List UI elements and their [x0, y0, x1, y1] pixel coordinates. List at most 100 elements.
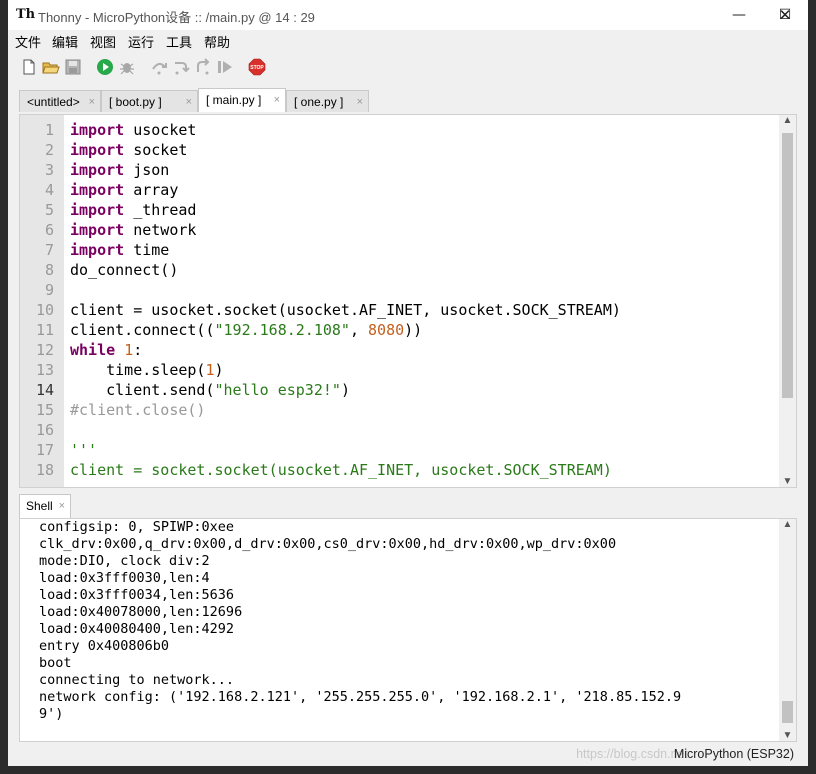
shell-line: load:0x40078000,len:12696: [39, 604, 243, 620]
thonny-logo-icon: Th: [16, 7, 36, 22]
thonny-window: Th Thonny - MicroPython设备 :: /main.py @ …: [8, 0, 808, 766]
line-number: 16: [35, 421, 54, 439]
code-token: client = socket.socket(usocket.AF_INET, …: [70, 461, 612, 479]
code-line[interactable]: client.connect(("192.168.2.108", 8080)): [70, 320, 422, 340]
shell-tab-label: Shell: [26, 499, 53, 513]
code-token: "192.168.2.108": [214, 321, 350, 339]
line-number: 15: [35, 401, 54, 419]
shell-line: connecting to network...: [39, 672, 235, 688]
menu-run[interactable]: 运行: [128, 32, 154, 51]
line-number-gutter: 1 2 3 4 5 6 7 8 9 10 11 12 13 14 15 16 17 18: [20, 115, 64, 487]
close-tab-icon[interactable]: ×: [186, 91, 192, 113]
shell-line: load:0x3fff0034,len:5636: [39, 587, 235, 603]
close-tab-icon[interactable]: ×: [357, 91, 363, 113]
tab-label: [ main.py ]: [206, 93, 262, 107]
new-file-icon[interactable]: [20, 58, 38, 76]
code-line[interactable]: client.send("hello esp32!"): [70, 380, 350, 400]
scroll-down-icon[interactable]: ▼: [779, 730, 796, 741]
watermark: https://blog.csdn.net: [576, 747, 688, 761]
code-editor[interactable]: 1 2 3 4 5 6 7 8 9 10 11 12 13 14 15 16 17 18 import usock…: [19, 114, 797, 488]
code-token: client = usocket.socket(usocket.AF_INET,…: [70, 301, 621, 319]
tab-shell[interactable]: Shell ×: [19, 494, 71, 518]
menu-tools[interactable]: 工具: [166, 32, 192, 51]
code-line[interactable]: import time: [70, 240, 169, 260]
line-number: 2: [44, 141, 54, 159]
code-line[interactable]: import socket: [70, 140, 187, 160]
code-token: time.sleep(: [70, 361, 206, 379]
save-icon[interactable]: [64, 58, 82, 76]
code-line[interactable]: ''': [70, 440, 97, 460]
scroll-up-icon[interactable]: ▲: [779, 115, 796, 126]
tab-one-py[interactable]: [ one.py ] ×: [286, 90, 369, 112]
toolbar: STOP: [8, 52, 808, 82]
menu-file[interactable]: 文件: [15, 32, 41, 51]
resume-icon[interactable]: [216, 58, 234, 76]
code-token: 8080: [368, 321, 405, 339]
line-number: 10: [35, 301, 54, 319]
stop-icon[interactable]: STOP: [248, 58, 266, 76]
line-number: 18: [35, 461, 54, 479]
step-over-icon[interactable]: [150, 58, 168, 76]
step-into-icon[interactable]: [172, 58, 190, 76]
code-token: 1: [205, 361, 215, 379]
tab-main-py[interactable]: [ main.py ] ×: [198, 88, 286, 112]
code-token: client.connect((: [70, 321, 215, 339]
tab-untitled[interactable]: <untitled> ×: [19, 90, 101, 112]
debug-icon[interactable]: [118, 58, 136, 76]
code-token: network: [124, 221, 197, 239]
shell-scrollbar[interactable]: ▲ ▼: [779, 519, 796, 741]
shell-panel[interactable]: configsip: 0, SPIWP:0xee clk_drv:0x00,q_d…: [19, 518, 797, 742]
shell-line: mode:DIO, clock div:2: [39, 553, 210, 569]
line-number: 1: [44, 121, 54, 139]
close-tab-icon[interactable]: ×: [59, 495, 65, 517]
code-token: :: [133, 341, 143, 359]
run-icon[interactable]: [96, 58, 114, 76]
line-number: 17: [35, 441, 54, 459]
menu-help[interactable]: 帮助: [204, 32, 230, 51]
code-line[interactable]: client = usocket.socket(usocket.AF_INET,…: [70, 300, 621, 320]
code-line[interactable]: client = socket.socket(usocket.AF_INET, …: [70, 460, 612, 480]
interpreter-status[interactable]: MicroPython (ESP32): [674, 747, 794, 761]
shell-line: entry 0x400806b0: [39, 638, 170, 654]
editor-tabs: <untitled> × [ boot.py ] × [ main.py ] ×…: [8, 88, 808, 114]
shell-line: configsip: 0, SPIWP:0xee: [39, 519, 235, 535]
menu-edit[interactable]: 编辑: [52, 32, 78, 51]
code-line[interactable]: import _thread: [70, 200, 196, 220]
scroll-down-icon[interactable]: ▼: [779, 476, 796, 487]
code-line[interactable]: time.sleep(1): [70, 360, 223, 380]
editor-scrollbar[interactable]: ▲ ▼: [779, 115, 796, 487]
code-token: "hello esp32!": [214, 381, 341, 399]
code-token: while: [70, 341, 116, 359]
code-line[interactable]: #client.close(): [70, 400, 205, 420]
code-line[interactable]: import json: [70, 160, 169, 180]
code-token: client.send(: [70, 381, 215, 399]
code-line[interactable]: import usocket: [70, 120, 196, 140]
menu-view[interactable]: 视图: [90, 32, 116, 51]
close-tab-icon[interactable]: ×: [89, 91, 95, 113]
code-token: import: [70, 241, 125, 259]
code-token: ''': [70, 441, 98, 459]
code-line[interactable]: do_connect(): [70, 260, 178, 280]
code-token: array: [124, 181, 179, 199]
line-number: 3: [44, 161, 54, 179]
code-line[interactable]: import network: [70, 220, 196, 240]
open-file-icon[interactable]: [42, 58, 60, 76]
code-token: ): [340, 381, 350, 399]
scroll-up-icon[interactable]: ▲: [779, 519, 796, 530]
line-number: 12: [35, 341, 54, 359]
step-out-icon[interactable]: [194, 58, 212, 76]
code-token: ,: [349, 321, 369, 339]
close-tab-icon[interactable]: ×: [274, 89, 280, 111]
minimize-button[interactable]: —: [716, 0, 762, 30]
close-button[interactable]: ✕: [762, 0, 808, 30]
code-token: json: [124, 161, 170, 179]
code-line[interactable]: while 1:: [70, 340, 142, 360]
menu-bar: 文件 编辑 视图 运行 工具 帮助: [8, 30, 808, 50]
scrollbar-thumb[interactable]: [782, 133, 793, 398]
code-line[interactable]: import array: [70, 180, 178, 200]
scrollbar-thumb[interactable]: [782, 701, 793, 723]
line-number: 4: [44, 181, 54, 199]
tab-label: [ boot.py ]: [109, 95, 162, 109]
code-token: import: [70, 161, 125, 179]
tab-boot-py[interactable]: [ boot.py ] ×: [101, 90, 198, 112]
